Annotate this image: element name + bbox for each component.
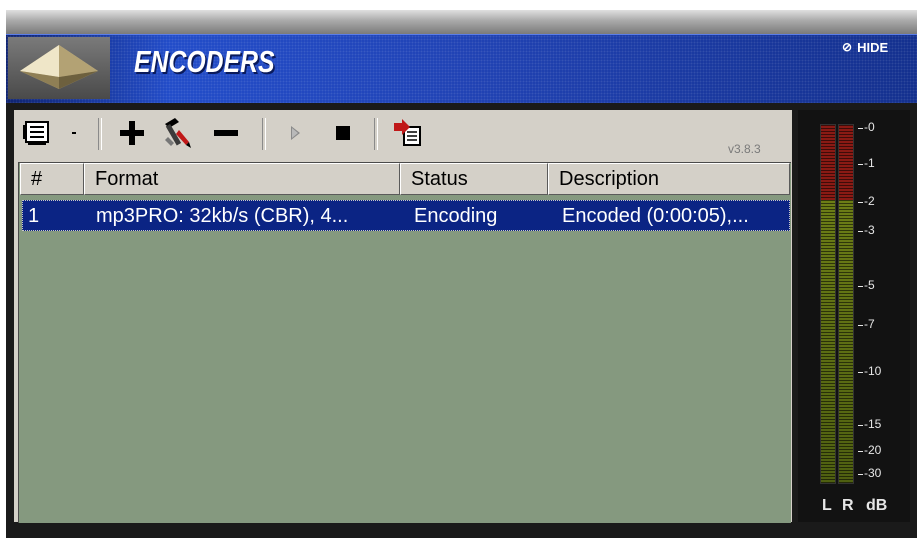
scale-tick xyxy=(858,474,863,475)
window-top-strip xyxy=(6,10,917,34)
encoder-menu-button[interactable] xyxy=(20,114,54,152)
app-logo xyxy=(8,37,110,99)
plus-icon xyxy=(120,121,144,145)
column-header-status[interactable]: Status xyxy=(400,163,548,195)
encoder-list-icon xyxy=(23,121,49,145)
right-channel-label: R xyxy=(842,497,854,514)
version-label: v3.8.3 xyxy=(728,142,761,156)
scale-tick xyxy=(858,451,863,452)
toolbar-separator xyxy=(374,118,378,150)
column-header-number[interactable]: # xyxy=(20,163,84,195)
hide-label: HIDE xyxy=(857,39,889,55)
scale-tick xyxy=(858,164,863,165)
scale-label: -1 xyxy=(864,156,875,170)
right-level-bar xyxy=(838,124,854,484)
configure-button[interactable] xyxy=(154,114,198,152)
play-button[interactable] xyxy=(280,114,310,152)
stop-icon xyxy=(336,126,350,140)
toolbar-separator xyxy=(262,118,266,150)
scale-tick xyxy=(858,425,863,426)
row-number: 1 xyxy=(28,205,40,227)
scale-label: -10 xyxy=(864,364,882,378)
close-icon: ⊘ xyxy=(842,40,853,54)
toolbar-separator xyxy=(98,118,102,150)
scale-label: -7 xyxy=(864,317,875,331)
remove-button[interactable] xyxy=(208,114,244,152)
export-button[interactable] xyxy=(388,114,428,152)
export-icon xyxy=(394,119,421,146)
stop-button[interactable] xyxy=(328,114,358,152)
scale-tick xyxy=(858,372,863,373)
scale-tick xyxy=(858,128,863,129)
play-icon xyxy=(291,126,300,140)
scale-tick xyxy=(858,325,863,326)
column-header-format[interactable]: Format xyxy=(84,163,400,195)
hide-button[interactable]: ⊘ HIDE xyxy=(842,38,888,56)
chevron-down-icon xyxy=(72,132,76,134)
left-level-bar xyxy=(820,124,836,484)
scale-tick xyxy=(858,286,863,287)
scale-label: -2 xyxy=(864,194,875,208)
scale-label: -15 xyxy=(864,417,882,431)
scale-label: -20 xyxy=(864,443,882,457)
encoder-menu-dropdown[interactable] xyxy=(66,114,82,152)
vu-meter xyxy=(798,110,910,522)
scale-tick xyxy=(858,231,863,232)
row-format: mp3PRO: 32kb/s (CBR), 4... xyxy=(96,205,349,227)
scale-tick xyxy=(858,202,863,203)
row-status: Encoding xyxy=(414,205,498,227)
pyramid-icon xyxy=(20,45,98,89)
scale-label: -30 xyxy=(864,466,882,480)
row-description: Encoded (0:00:05),... xyxy=(562,205,749,227)
db-unit-label: dB xyxy=(866,497,888,514)
scale-label: -3 xyxy=(864,223,875,237)
scale-label: -5 xyxy=(864,278,875,292)
page-title: ENCODERS xyxy=(134,44,275,79)
scale-label: -0 xyxy=(864,120,875,134)
tools-icon xyxy=(165,118,191,148)
minus-icon xyxy=(214,130,238,136)
left-channel-label: L xyxy=(822,497,832,514)
add-button[interactable] xyxy=(114,114,150,152)
column-header-description[interactable]: Description xyxy=(548,163,790,195)
